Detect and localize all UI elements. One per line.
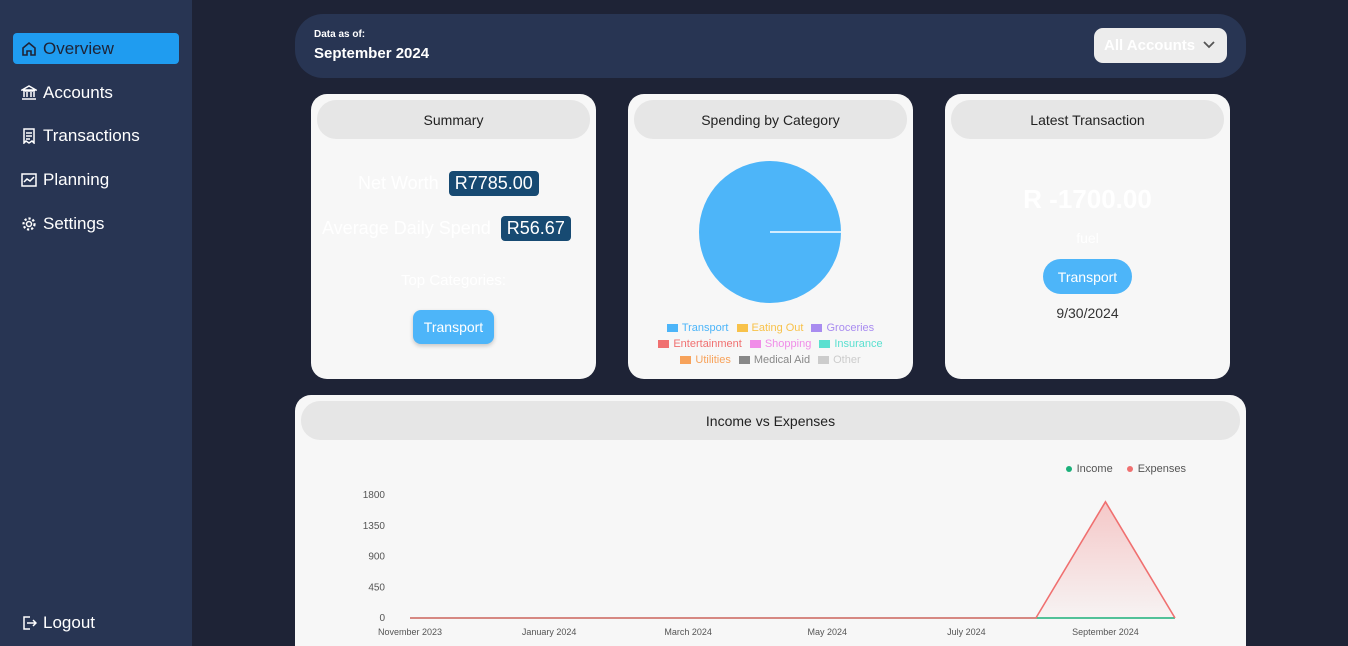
legend-eating-out[interactable]: Eating Out bbox=[736, 322, 803, 334]
legend-groceries[interactable]: Groceries bbox=[811, 322, 874, 334]
data-as-of-label: Data as of: bbox=[314, 29, 366, 40]
latest-description: fuel bbox=[1076, 230, 1099, 246]
latest-title: Latest Transaction bbox=[951, 100, 1224, 139]
spending-legend-row1: Transport Eating Out Groceries bbox=[628, 322, 913, 334]
spending-pie-chart bbox=[699, 161, 841, 303]
chart-icon bbox=[21, 172, 37, 188]
latest-amount: R -1700.00 bbox=[1023, 184, 1152, 214]
x-tick-label: March 2024 bbox=[664, 627, 712, 637]
expenses-area bbox=[410, 501, 1175, 618]
legend-entertainment[interactable]: Entertainment bbox=[658, 338, 742, 350]
x-tick-label: January 2024 bbox=[522, 627, 577, 637]
legend-insurance[interactable]: Insurance bbox=[819, 338, 883, 350]
spending-title: Spending by Category bbox=[634, 100, 907, 139]
summary-title: Summary bbox=[317, 100, 590, 139]
account-select[interactable]: All Accounts bbox=[1094, 28, 1227, 63]
data-month: September 2024 bbox=[314, 45, 430, 62]
top-category-button[interactable]: Transport bbox=[413, 310, 494, 344]
net-worth-label: Net Worth bbox=[358, 173, 439, 193]
sidebar-item-overview[interactable]: Overview bbox=[13, 33, 179, 64]
y-tick-label: 0 bbox=[379, 613, 385, 624]
spending-legend-row2: Entertainment Shopping Insurance bbox=[628, 338, 913, 350]
legend-medical-aid[interactable]: Medical Aid bbox=[738, 354, 810, 366]
receipt-icon bbox=[21, 127, 37, 144]
spending-card: Spending by Category Transport Eating Ou… bbox=[628, 94, 913, 379]
sidebar-item-accounts[interactable]: Accounts bbox=[13, 77, 179, 108]
latest-date: 9/30/2024 bbox=[1056, 305, 1119, 321]
legend-transport[interactable]: Transport bbox=[666, 322, 729, 334]
legend-shopping[interactable]: Shopping bbox=[749, 338, 811, 350]
latest-transaction-card: Latest Transaction R -1700.00 fuel Trans… bbox=[945, 94, 1230, 379]
spending-legend-row3: Utilities Medical Aid Other bbox=[628, 354, 913, 366]
logout-icon bbox=[21, 615, 37, 631]
sidebar-item-settings[interactable]: Settings bbox=[13, 208, 179, 239]
income-expenses-card: Income vs Expenses Income Expenses 0 450 9… bbox=[295, 395, 1246, 646]
logout-button[interactable]: Logout bbox=[13, 607, 179, 638]
x-tick-label: May 2024 bbox=[808, 627, 848, 637]
y-tick-label: 450 bbox=[368, 582, 385, 593]
y-tick-label: 1800 bbox=[363, 490, 386, 501]
sidebar-item-label: Overview bbox=[43, 38, 114, 58]
x-tick-label: September 2024 bbox=[1072, 627, 1139, 637]
latest-category-button[interactable]: Transport bbox=[1043, 259, 1132, 294]
net-worth-value: R7785.00 bbox=[448, 171, 539, 196]
net-worth-row: Net Worth R7785.00 bbox=[358, 171, 539, 196]
sidebar-item-label: Planning bbox=[43, 169, 110, 189]
x-tick-label: November 2023 bbox=[378, 627, 442, 637]
sidebar-item-label: Settings bbox=[43, 213, 105, 233]
summary-card: Summary Net Worth R7785.00 Average Daily… bbox=[311, 94, 596, 379]
y-tick-label: 1350 bbox=[363, 521, 386, 532]
sidebar-item-transactions[interactable]: Transactions bbox=[13, 120, 179, 151]
x-tick-label: July 2024 bbox=[947, 627, 986, 637]
y-tick-label: 900 bbox=[368, 552, 385, 563]
gear-icon bbox=[21, 216, 37, 232]
sidebar-item-planning[interactable]: Planning bbox=[13, 164, 179, 195]
avg-spend-value: R56.67 bbox=[500, 216, 571, 241]
avg-spend-label: Average Daily Spend bbox=[322, 218, 491, 238]
avg-spend-row: Average Daily Spend R56.67 bbox=[322, 216, 571, 241]
chevron-down-icon bbox=[1203, 41, 1215, 49]
top-categories-label: Top Categories: bbox=[400, 272, 507, 289]
legend-utilities[interactable]: Utilities bbox=[680, 354, 731, 366]
logout-label: Logout bbox=[43, 612, 95, 632]
date-header: Data as of: September 2024 All Accounts bbox=[295, 14, 1246, 78]
income-expenses-chart: 0 450 900 1350 1800 November 2023 January 2024… bbox=[363, 490, 1176, 637]
sidebar-item-label: Transactions bbox=[43, 125, 140, 145]
sidebar: Overview Accounts Transactions Planning … bbox=[0, 0, 192, 646]
bank-icon bbox=[21, 84, 37, 101]
home-icon bbox=[21, 41, 37, 57]
sidebar-item-label: Accounts bbox=[43, 82, 113, 102]
legend-other[interactable]: Other bbox=[818, 354, 861, 366]
account-select-value: All Accounts bbox=[1104, 37, 1196, 54]
